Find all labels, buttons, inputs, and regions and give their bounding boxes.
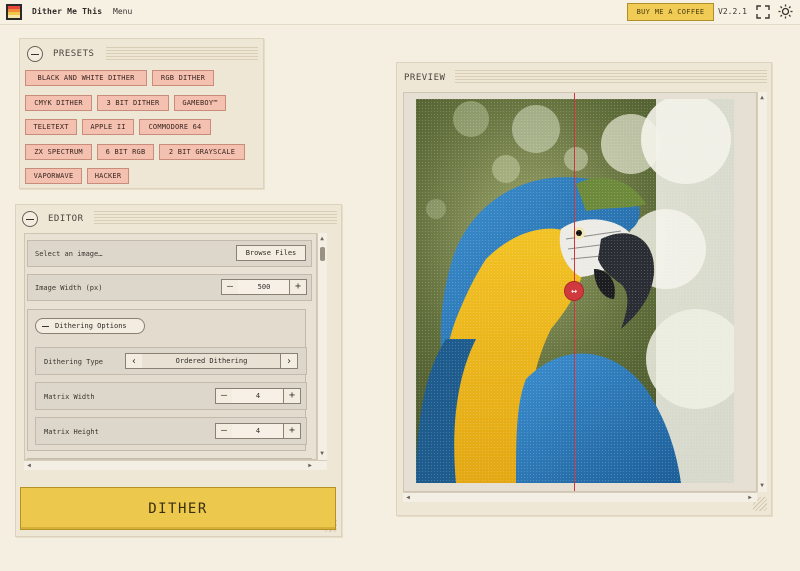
scroll-right-arrow-icon[interactable]: ▶ — [306, 462, 314, 470]
preset-vaporwave[interactable]: VAPORWAVE — [25, 168, 82, 184]
preset-black-and-white-dither[interactable]: BLACK AND WHITE DITHER — [25, 70, 147, 86]
browse-files-button[interactable]: Browse Files — [236, 245, 306, 261]
comparison-slider-handle-icon[interactable]: ↔ — [564, 281, 584, 301]
preset-rgb-dither[interactable]: RGB DITHER — [152, 70, 214, 86]
sun-icon[interactable] — [778, 4, 793, 19]
image-width-increment-button[interactable]: + — [289, 279, 307, 295]
editor-collapse-button[interactable] — [22, 211, 38, 227]
presets-title: PRESETS — [53, 49, 95, 59]
editor-scroll-area: Select an image… Browse Files Image Widt… — [24, 233, 317, 460]
dithering-options-label: Dithering Options — [55, 322, 127, 330]
preview-scroll-down-arrow-icon[interactable]: ▼ — [758, 482, 766, 490]
select-image-row: Select an image… Browse Files — [27, 240, 312, 267]
preview-scroll-right-arrow-icon[interactable]: ▶ — [746, 494, 754, 502]
preset-6-bit-rgb[interactable]: 6 BIT RGB — [97, 144, 154, 160]
top-bar: Dither Me This Menu BUY ME A COFFEE V2.2… — [0, 0, 800, 25]
editor-title: EDITOR — [48, 214, 84, 224]
preset-2-bit-grayscale[interactable]: 2 BIT GRAYSCALE — [159, 144, 245, 160]
select-image-label: Select an image… — [35, 250, 103, 258]
preset-teletext[interactable]: TELETEXT — [25, 119, 77, 135]
matrix-width-row: Matrix Width — 4 + — [35, 382, 307, 410]
app-logo-icon — [6, 4, 22, 20]
fullscreen-icon[interactable] — [756, 5, 770, 19]
presets-panel: PRESETS — [19, 38, 264, 189]
preset-commodore-64[interactable]: COMMODORE 64 — [139, 119, 211, 135]
matrix-height-input[interactable]: 4 — [232, 423, 284, 439]
dithering-type-prev-button[interactable]: ‹ — [125, 353, 143, 369]
matrix-width-input[interactable]: 4 — [232, 388, 284, 404]
matrix-height-decrement-button[interactable]: — — [215, 423, 233, 439]
matrix-width-increment-button[interactable]: + — [283, 388, 301, 404]
preview-header-stripes — [455, 70, 767, 84]
image-width-decrement-button[interactable]: — — [221, 279, 239, 295]
image-width-label: Image Width (px) — [35, 284, 103, 292]
editor-vertical-scrollbar[interactable]: ▲ ▼ — [317, 233, 327, 460]
preset-apple-ii[interactable]: APPLE II — [82, 119, 134, 135]
image-width-input[interactable]: 500 — [238, 279, 290, 295]
preview-vertical-scrollbar[interactable]: ▲ ▼ — [757, 92, 767, 492]
preset-gameboy[interactable]: GAMEBOY™ — [174, 95, 226, 111]
menu-link[interactable]: Menu — [113, 7, 132, 16]
dither-button[interactable]: DITHER — [20, 487, 336, 530]
preset-hacker[interactable]: HACKER — [87, 168, 129, 184]
matrix-height-row: Matrix Height — 4 + — [35, 417, 307, 445]
matrix-height-label: Matrix Height — [44, 428, 99, 436]
dithering-options-toggle[interactable]: Dithering Options — [35, 318, 145, 334]
matrix-width-label: Matrix Width — [44, 393, 95, 401]
dithering-options-group: Dithering Options Dithering Type ‹ Order… — [27, 309, 307, 451]
scroll-up-arrow-icon[interactable]: ▲ — [318, 235, 326, 243]
version-label: V2.2.1 — [718, 7, 747, 16]
image-width-row: Image Width (px) — 500 + — [27, 274, 312, 301]
dithering-type-label: Dithering Type — [44, 358, 104, 366]
presets-header-stripes — [106, 47, 258, 61]
editor-horizontal-scrollbar[interactable]: ◀ ▶ — [24, 460, 327, 470]
preview-scroll-left-arrow-icon[interactable]: ◀ — [404, 494, 412, 502]
preview-title: PREVIEW — [404, 73, 446, 83]
preview-horizontal-scrollbar[interactable]: ◀ ▶ — [403, 492, 757, 502]
scroll-left-arrow-icon[interactable]: ◀ — [25, 462, 33, 470]
preview-scroll-up-arrow-icon[interactable]: ▲ — [758, 94, 766, 102]
editor-header-stripes — [94, 211, 337, 225]
preset-3-bit-dither[interactable]: 3 BIT DITHER — [97, 95, 169, 111]
presets-collapse-button[interactable] — [27, 46, 43, 62]
editor-scroll-thumb[interactable] — [320, 247, 325, 261]
matrix-width-decrement-button[interactable]: — — [215, 388, 233, 404]
dithering-type-row: Dithering Type ‹ Ordered Dithering › — [35, 347, 307, 375]
scroll-down-arrow-icon[interactable]: ▼ — [318, 450, 326, 458]
buy-coffee-button[interactable]: BUY ME A COFFEE — [627, 3, 714, 21]
app-title: Dither Me This — [32, 7, 103, 16]
dithering-type-next-button[interactable]: › — [280, 353, 298, 369]
matrix-height-increment-button[interactable]: + — [283, 423, 301, 439]
collapse-dash-icon — [42, 326, 49, 327]
preset-zx-spectrum[interactable]: ZX SPECTRUM — [25, 144, 92, 160]
preset-cmyk-dither[interactable]: CMYK DITHER — [25, 95, 92, 111]
dithering-type-select[interactable]: Ordered Dithering — [142, 353, 281, 369]
